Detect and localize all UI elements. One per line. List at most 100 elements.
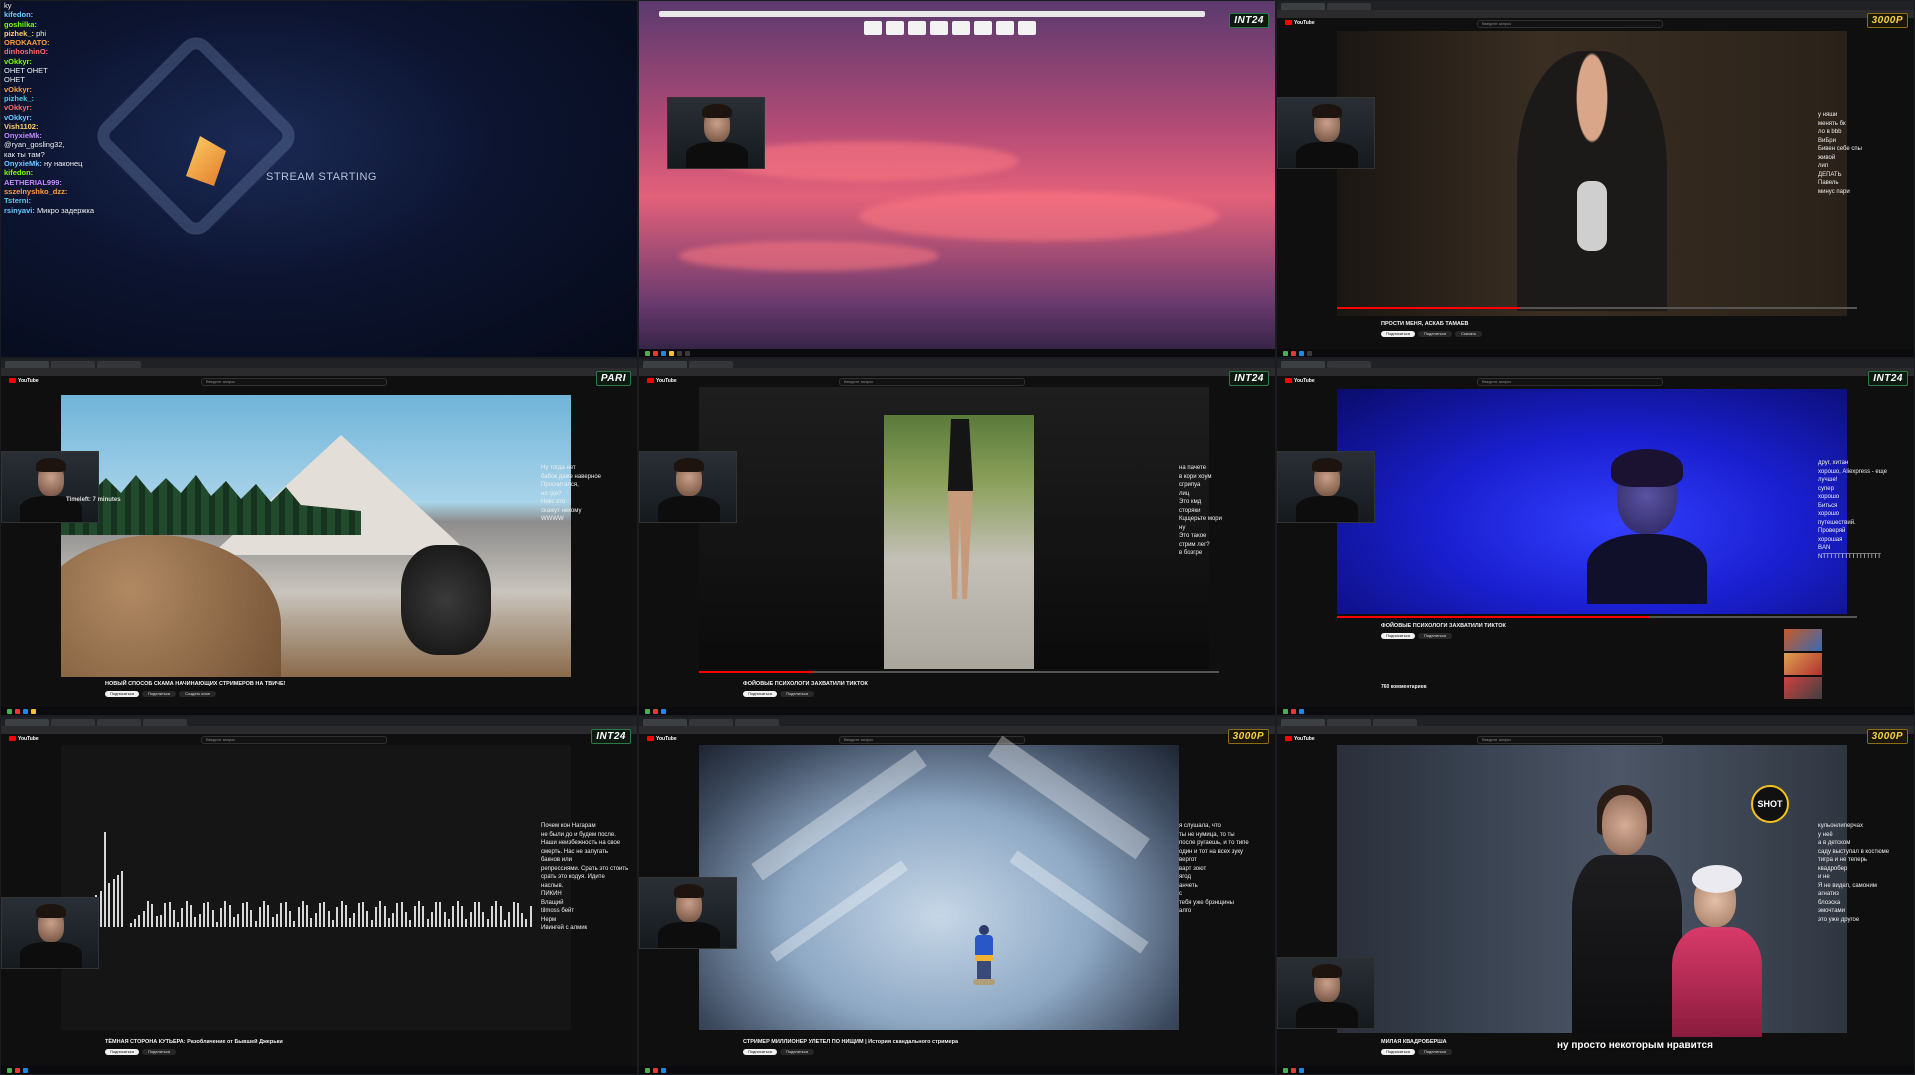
search-input[interactable]: Введите запрос [201, 378, 387, 386]
chat-message: это уже другое [1818, 916, 1906, 925]
download-button[interactable]: Скачать [1455, 331, 1483, 337]
progress-bar[interactable] [1337, 307, 1857, 309]
waveform-bar [374, 906, 377, 927]
tab[interactable] [689, 719, 733, 726]
waveform-bar [417, 901, 420, 927]
tab[interactable] [97, 361, 141, 368]
chat-message: goshilka: [4, 20, 154, 29]
taskbar [1277, 349, 1914, 357]
waveform-bar [177, 921, 180, 927]
youtube-logo[interactable]: YouTube [1285, 378, 1315, 384]
subscribe-button[interactable]: Подписаться [105, 1049, 139, 1055]
waveform-bar [207, 901, 210, 927]
youtube-logo[interactable]: YouTube [1285, 20, 1315, 26]
tab[interactable] [51, 719, 95, 726]
subscribe-button[interactable]: Подписаться [743, 1049, 777, 1055]
search-input[interactable]: Введите запрос [839, 378, 1025, 386]
tab[interactable] [643, 719, 687, 726]
subscribe-button[interactable]: Подписаться [105, 691, 139, 697]
tab[interactable] [735, 719, 779, 726]
subscribe-button[interactable]: Подписаться [1381, 331, 1415, 337]
address-bar[interactable] [1277, 726, 1914, 734]
address-bar[interactable] [639, 368, 1275, 376]
speed-dial-tile[interactable] [886, 21, 904, 35]
share-button[interactable]: Поделиться [1417, 331, 1453, 337]
address-bar[interactable] [1277, 368, 1914, 376]
tab[interactable] [51, 361, 95, 368]
video-player[interactable] [1337, 31, 1847, 316]
address-bar[interactable] [1, 726, 637, 734]
chat-text: смерть. Нас не запугать [541, 848, 609, 855]
waveform-bar [258, 907, 261, 927]
tab[interactable] [1327, 719, 1371, 726]
subscribe-button[interactable]: Подписаться [1381, 1049, 1415, 1055]
browser-tabs [639, 359, 1275, 368]
tab[interactable] [643, 361, 687, 368]
search-input[interactable]: Введите запрос [1477, 378, 1663, 386]
chat-text: срать это кодуя. Идите [541, 874, 605, 880]
tab[interactable] [1281, 3, 1325, 10]
speed-dial-tile[interactable] [930, 21, 948, 35]
share-button[interactable]: Поделиться [1417, 1049, 1453, 1055]
int24-badge: INT24 [591, 729, 631, 744]
tab[interactable] [689, 361, 733, 368]
tab[interactable] [1327, 361, 1371, 368]
tab[interactable] [5, 361, 49, 368]
youtube-logo[interactable]: YouTube [647, 736, 677, 742]
tab[interactable] [1373, 719, 1417, 726]
progress-bar[interactable] [699, 671, 1219, 673]
recommended-item[interactable] [1784, 629, 1894, 651]
address-bar[interactable] [639, 726, 1275, 734]
waveform-bar [159, 914, 162, 927]
youtube-logo[interactable]: YouTube [1285, 736, 1315, 742]
speed-dial-tile[interactable] [952, 21, 970, 35]
chat-text: но где? [541, 490, 562, 497]
clip-button[interactable]: Создать клип [179, 691, 216, 697]
speed-dial-tile[interactable] [864, 21, 882, 35]
tab[interactable] [1281, 361, 1325, 368]
share-button[interactable]: Поделиться [141, 691, 177, 697]
comments-count: 760 комментариев [1381, 684, 1427, 690]
speed-dial-tile[interactable] [996, 21, 1014, 35]
share-button[interactable]: Поделиться [141, 1049, 177, 1055]
search-input[interactable]: Введите запрос [201, 736, 387, 744]
tab[interactable] [97, 719, 141, 726]
share-button[interactable]: Поделиться [779, 1049, 815, 1055]
video-player[interactable] [61, 395, 571, 677]
youtube-logo[interactable]: YouTube [9, 736, 39, 742]
video-player[interactable] [699, 735, 1179, 1030]
address-bar[interactable] [1277, 10, 1914, 18]
chat-username: goshilka: [4, 19, 37, 29]
share-button[interactable]: Поделиться [779, 691, 815, 697]
subscribe-button[interactable]: Подписаться [743, 691, 777, 697]
waveform-bar [448, 919, 450, 927]
chat-message: Проверяй [1818, 527, 1906, 536]
speed-dial-tile[interactable] [908, 21, 926, 35]
chat-username: Vish1102: [4, 121, 39, 131]
chat-text: путешествий. [1818, 519, 1856, 526]
video-player[interactable] [1337, 389, 1847, 614]
tab[interactable] [5, 719, 49, 726]
tab[interactable] [1281, 719, 1325, 726]
chat-username: OnyxieMk: [4, 131, 42, 141]
youtube-logo[interactable]: YouTube [647, 378, 677, 384]
chat-text: в кори хоум [1179, 473, 1212, 480]
search-input[interactable]: Введите запрос [1477, 20, 1663, 28]
speed-dial-tile[interactable] [974, 21, 992, 35]
video-player[interactable]: SHOT ну просто некоторым нравится [1337, 745, 1847, 1051]
share-button[interactable]: Поделиться [1417, 633, 1453, 639]
recommended-item[interactable] [1784, 653, 1894, 675]
video-player[interactable] [699, 387, 1209, 669]
waveform-bar [211, 910, 214, 927]
address-bar[interactable] [1, 368, 637, 376]
progress-bar[interactable] [1337, 616, 1857, 618]
subscribe-button[interactable]: Подписаться [1381, 633, 1415, 639]
speed-dial-tile[interactable] [1018, 21, 1036, 35]
tab[interactable] [1327, 3, 1371, 10]
search-input[interactable]: Введите запрос [1477, 736, 1663, 744]
youtube-logo[interactable]: YouTube [9, 378, 39, 384]
browser-address-bar[interactable] [659, 11, 1205, 17]
recommended-item[interactable] [1784, 677, 1894, 699]
chat-message: OnyxieMk: [4, 131, 154, 140]
tab[interactable] [143, 719, 187, 726]
